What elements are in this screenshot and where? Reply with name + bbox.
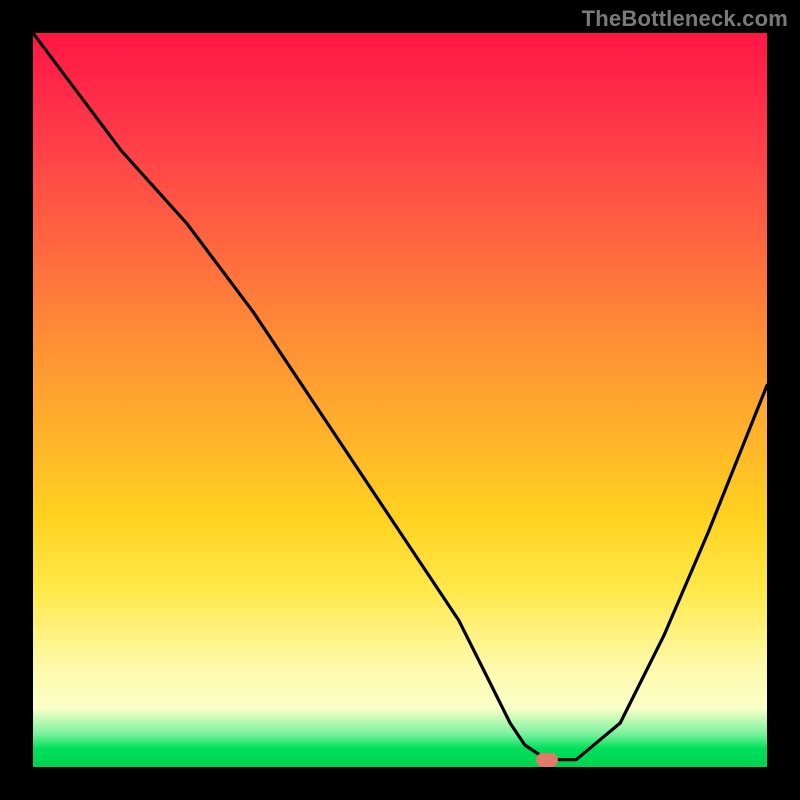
plot-area xyxy=(33,33,767,767)
chart-frame: TheBottleneck.com xyxy=(0,0,800,800)
bottleneck-curve xyxy=(33,33,767,767)
optimal-marker xyxy=(536,753,558,767)
watermark-text: TheBottleneck.com xyxy=(582,6,788,32)
